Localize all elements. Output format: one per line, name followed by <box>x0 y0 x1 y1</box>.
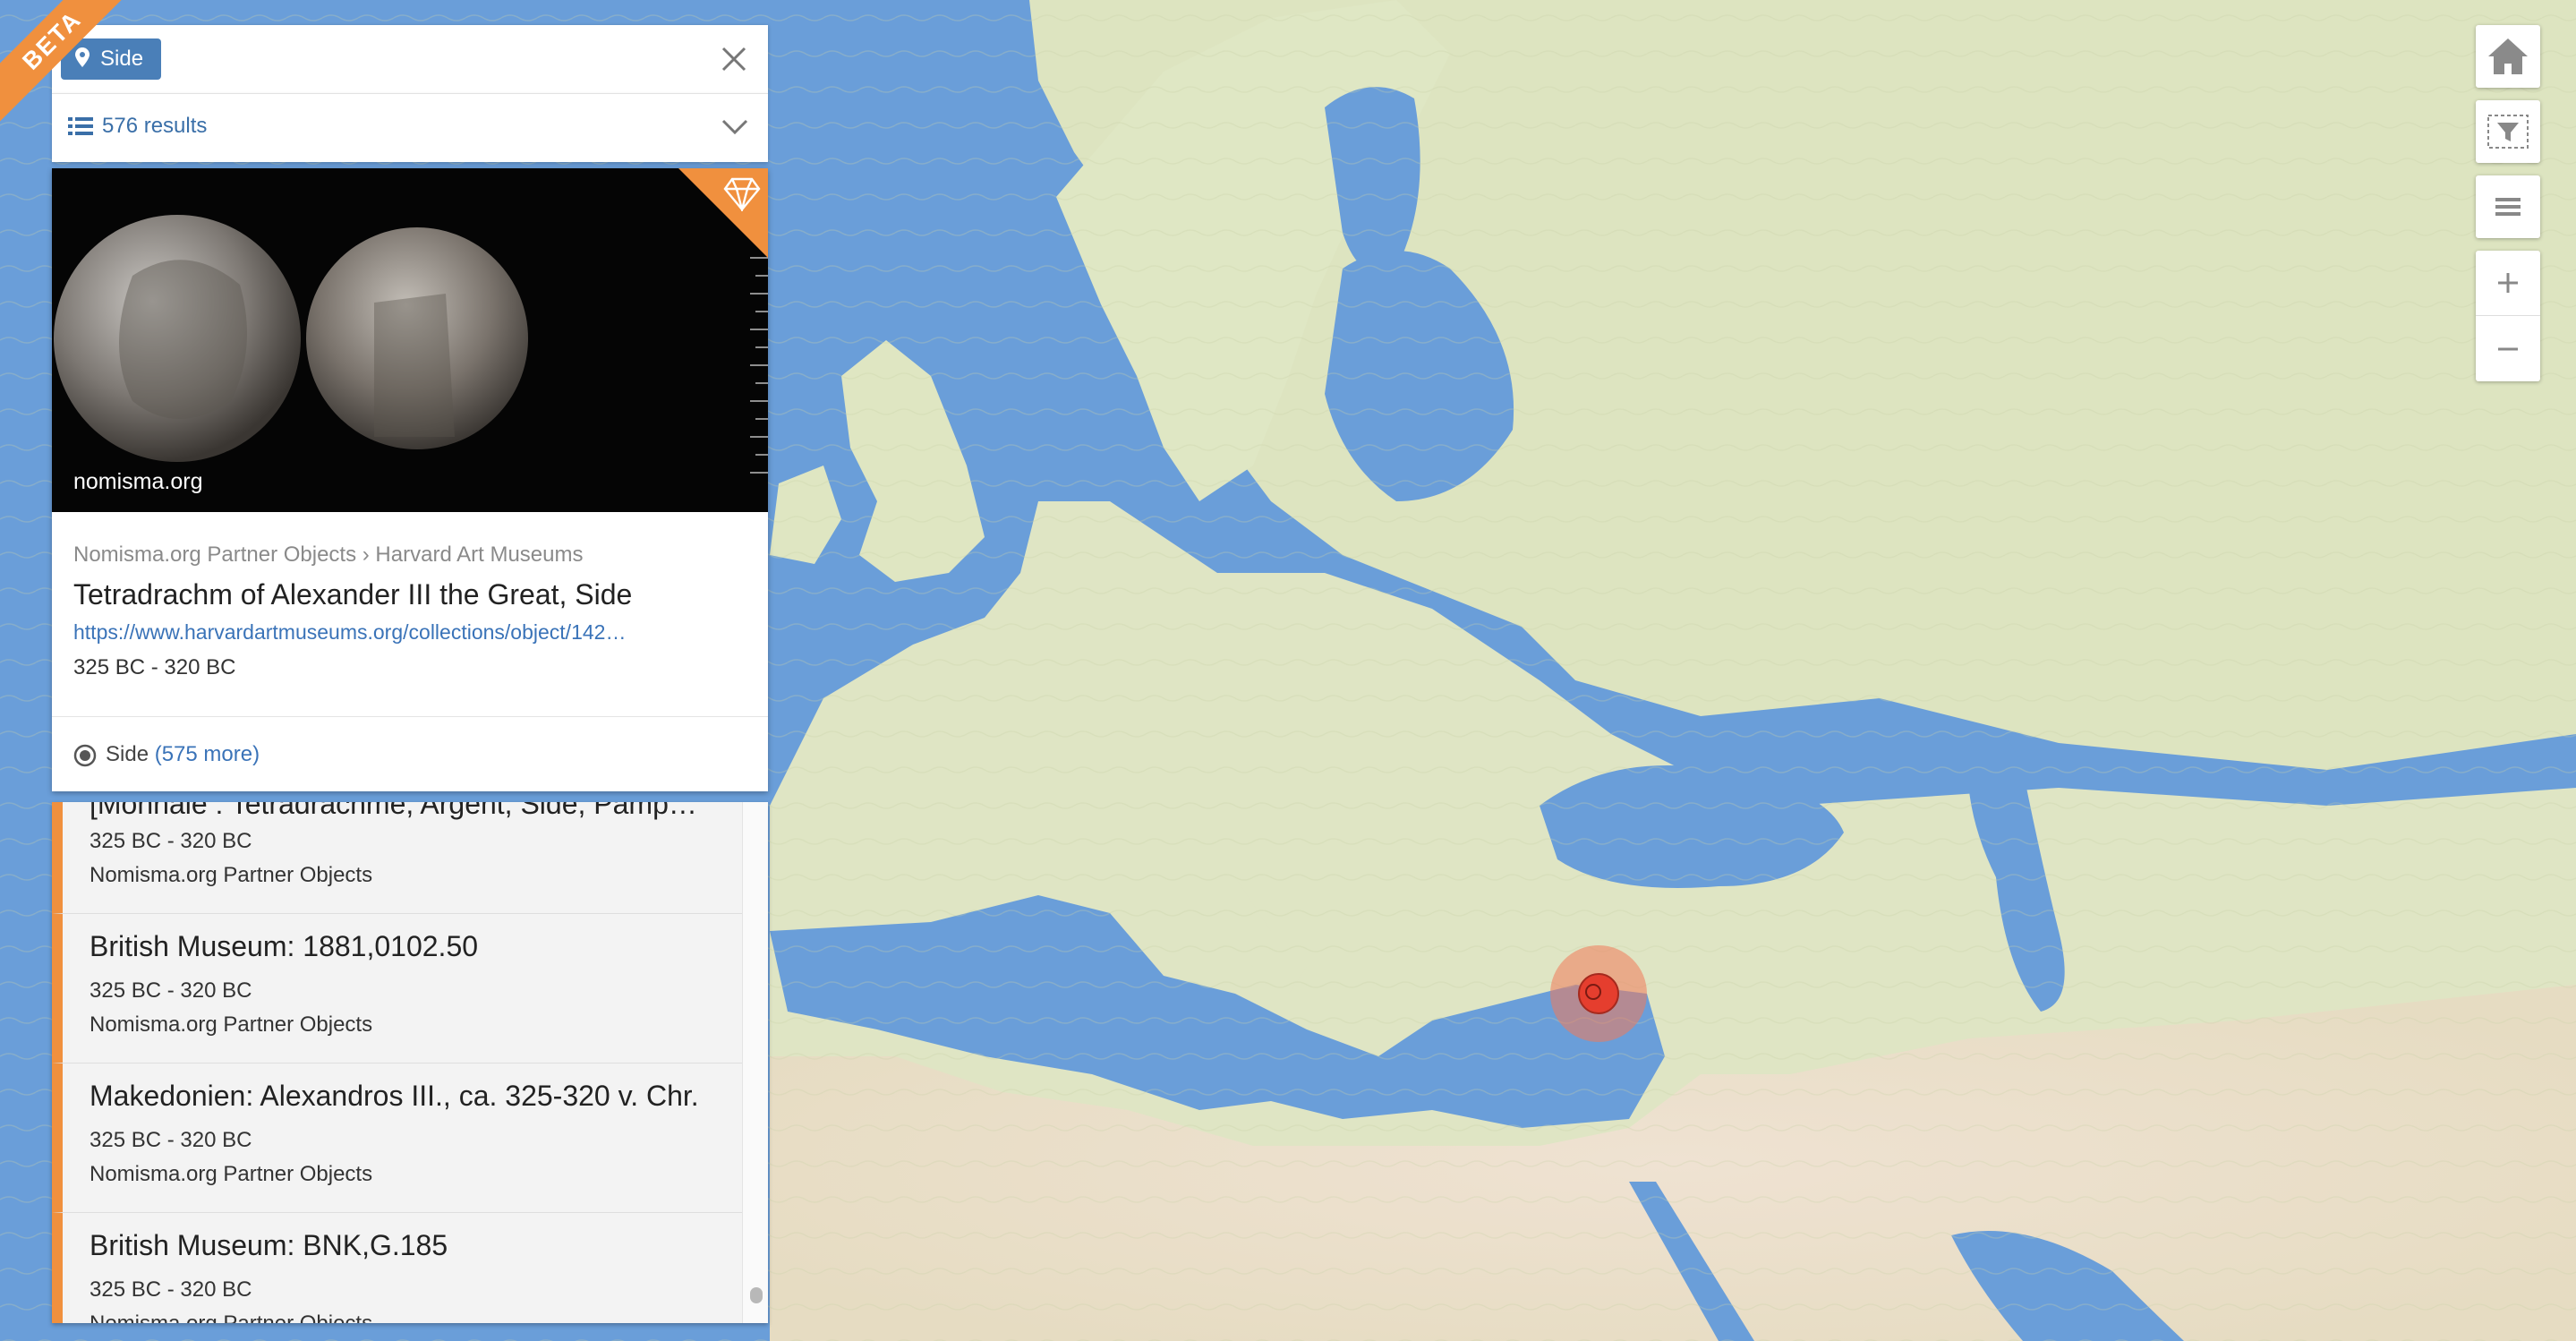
list-scrollbar[interactable] <box>742 802 768 1323</box>
list-item[interactable]: Makedonien: Alexandros III., ca. 325-320… <box>52 1063 743 1213</box>
close-icon <box>721 47 746 72</box>
result-list[interactable]: [Monnaie : Tetradrachme, Argent, Side, P… <box>52 802 768 1323</box>
list-item[interactable]: [Monnaie : Tetradrachme, Argent, Side, P… <box>52 802 743 914</box>
card-body: Nomisma.org Partner Objects › Harvard Ar… <box>73 542 754 680</box>
more-places-link[interactable]: (575 more) <box>155 742 260 766</box>
diamond-icon <box>723 177 761 211</box>
object-link[interactable]: https://www.harvardartmuseums.org/collec… <box>73 620 736 645</box>
coin-image[interactable]: nomisma.org <box>52 168 768 512</box>
image-credit: nomisma.org <box>73 469 203 494</box>
card-title[interactable]: Tetradrachm of Alexander III the Great, … <box>73 578 754 611</box>
list-item-source: Nomisma.org Partner Objects <box>90 1162 373 1186</box>
results-toggle[interactable]: 576 results <box>52 93 768 162</box>
list-item[interactable]: British Museum: 1881,0102.50 325 BC - 32… <box>52 914 743 1063</box>
place-label: Side <box>106 742 149 766</box>
chevron-down-icon[interactable] <box>721 119 748 135</box>
list-item-title: Makedonien: Alexandros III., ca. 325-320… <box>90 1080 699 1112</box>
place-target-icon <box>73 744 97 767</box>
layers-icon <box>2495 198 2521 216</box>
list-item-date: 325 BC - 320 BC <box>90 1128 252 1152</box>
list-item-source: Nomisma.org Partner Objects <box>90 863 373 887</box>
layers-button[interactable] <box>2476 175 2540 238</box>
search-tag-label: Side <box>100 47 144 71</box>
list-item[interactable]: British Museum: BNK,G.185 325 BC - 320 B… <box>52 1213 743 1323</box>
list-item-title: British Museum: BNK,G.185 <box>90 1229 448 1261</box>
card-footer: Side (575 more) <box>52 716 768 792</box>
list-item-source: Nomisma.org Partner Objects <box>90 1012 373 1037</box>
list-item-date: 325 BC - 320 BC <box>90 978 252 1003</box>
filter-button[interactable] <box>2476 100 2540 163</box>
filter-icon <box>2487 115 2529 149</box>
list-item-title: British Museum: 1881,0102.50 <box>90 930 479 962</box>
location-marker <box>1578 973 1619 1014</box>
scroll-thumb[interactable] <box>750 1287 763 1303</box>
results-count: 576 results <box>102 114 208 138</box>
list-icon <box>68 117 93 135</box>
card-date: 325 BC - 320 BC <box>73 655 236 679</box>
search-bar[interactable]: Side <box>52 25 768 93</box>
zoom-out-button[interactable] <box>2476 316 2540 381</box>
zoom-control <box>2476 251 2540 381</box>
breadcrumb[interactable]: Nomisma.org Partner Objects › Harvard Ar… <box>73 542 754 568</box>
list-item-source: Nomisma.org Partner Objects <box>90 1311 372 1323</box>
list-item-title: [Monnaie : Tetradrachme, Argent, Side, P… <box>90 802 697 820</box>
list-item-date: 325 BC - 320 BC <box>90 1277 252 1302</box>
home-button[interactable] <box>2476 25 2540 88</box>
home-icon <box>2488 38 2528 74</box>
close-button[interactable] <box>718 43 750 75</box>
plus-icon <box>2498 273 2518 293</box>
minus-icon <box>2498 347 2518 351</box>
zoom-in-button[interactable] <box>2476 251 2540 316</box>
list-item-date: 325 BC - 320 BC <box>90 829 252 853</box>
map-pin-icon <box>75 40 91 81</box>
featured-result-card[interactable]: nomisma.org Nomisma.org Partner Objects … <box>52 168 768 791</box>
